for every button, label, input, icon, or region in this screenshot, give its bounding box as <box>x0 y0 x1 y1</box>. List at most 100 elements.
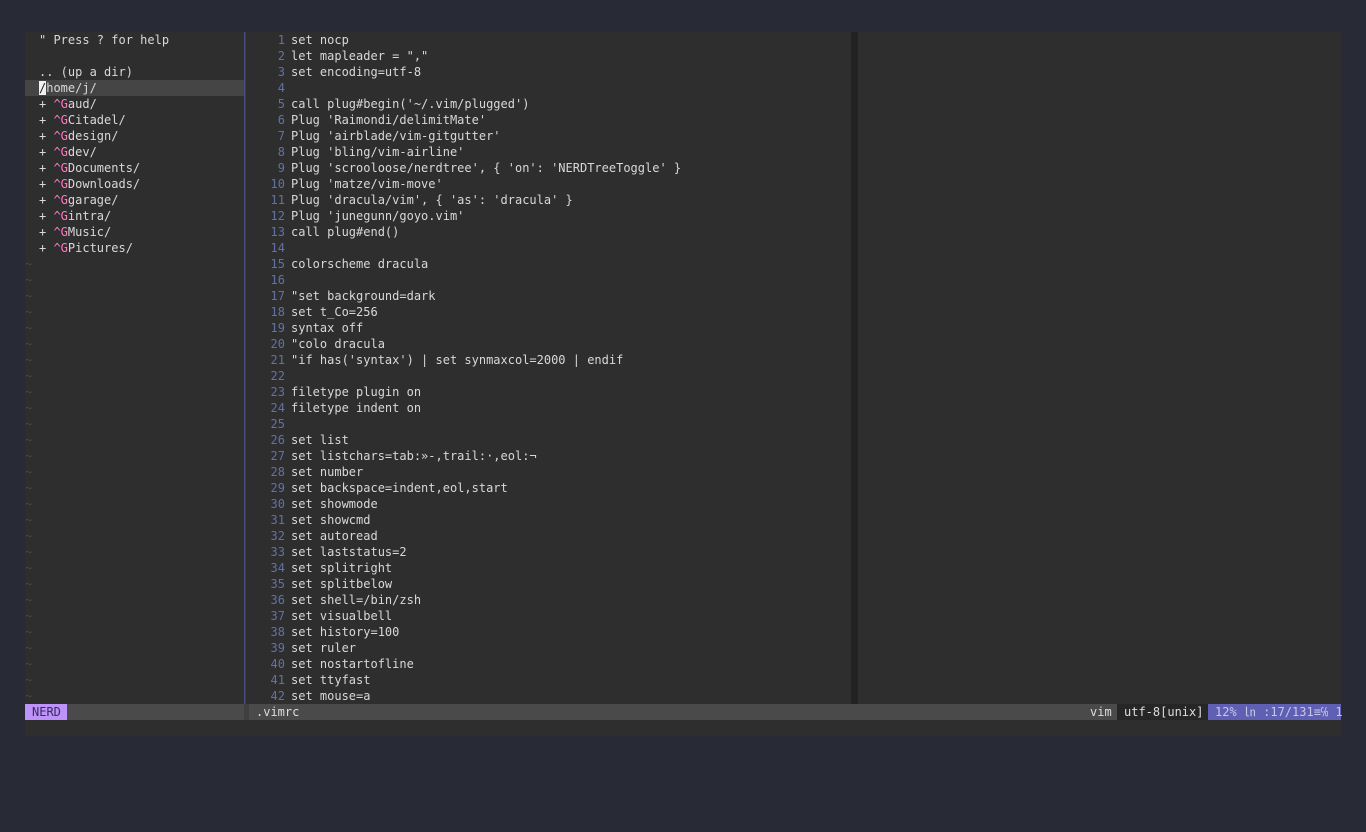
expand-icon: + <box>39 113 54 127</box>
line-text: set shell=/bin/zsh <box>291 593 422 607</box>
filetype: vim <box>1083 704 1119 720</box>
code-line[interactable]: 16 <box>247 272 851 288</box>
tree-dir-item[interactable]: + ^GDocuments/ <box>25 160 244 176</box>
code-line[interactable]: 17 "set background=dark <box>247 288 851 304</box>
code-line[interactable]: 37 set visualbell <box>247 608 851 624</box>
line-number: 38 <box>270 625 285 639</box>
tree-dir-item[interactable]: + ^GDownloads/ <box>25 176 244 192</box>
code-line[interactable]: 4 <box>247 80 851 96</box>
code-line[interactable]: 14 <box>247 240 851 256</box>
code-line[interactable]: 20 "colo dracula <box>247 336 851 352</box>
code-line[interactable]: 39 set ruler <box>247 640 851 656</box>
tree-dir-item[interactable]: + ^GPictures/ <box>25 240 244 256</box>
empty-line-tilde: ~ <box>25 657 33 671</box>
tree-dir-item[interactable]: + ^Gintra/ <box>25 208 244 224</box>
code-line[interactable]: 11 Plug 'dracula/vim', { 'as': 'dracula' … <box>247 192 851 208</box>
tree-dir-item[interactable]: + ^GMusic/ <box>25 224 244 240</box>
editor-pane[interactable]: 1 set nocp 2 let mapleader = "," 3 set encodi… <box>247 32 851 704</box>
code-line[interactable]: 22 <box>247 368 851 384</box>
dir-name: Citadel/ <box>67 113 126 127</box>
line-number: 33 <box>270 545 285 559</box>
code-line[interactable]: 41 set ttyfast <box>247 672 851 688</box>
empty-line-tilde: ~ <box>25 545 33 559</box>
tree-dir-item[interactable]: + ^GCitadel/ <box>25 112 244 128</box>
line-text: set list <box>291 433 349 447</box>
expand-icon: + <box>39 241 54 255</box>
empty-line-tilde: ~ <box>25 529 33 543</box>
code-line[interactable]: 34 set splitright <box>247 560 851 576</box>
code-line[interactable]: 42 set mouse=a <box>247 688 851 704</box>
code-line[interactable]: 35 set splitbelow <box>247 576 851 592</box>
tree-dir-item[interactable]: + ^Ggarage/ <box>25 192 244 208</box>
empty-line-tilde: ~ <box>25 417 33 431</box>
code-line[interactable]: 30 set showmode <box>247 496 851 512</box>
code-line[interactable]: 23 filetype plugin on <box>247 384 851 400</box>
code-line[interactable]: 32 set autoread <box>247 528 851 544</box>
line-number: 25 <box>270 417 285 431</box>
empty-line-tilde: ~ <box>25 673 33 687</box>
empty-pane[interactable] <box>858 32 1341 704</box>
code-line[interactable]: 28 set number <box>247 464 851 480</box>
line-text: set showcmd <box>291 513 371 527</box>
empty-line-tilde: ~ <box>25 289 33 303</box>
nerdtree-pane[interactable]: " Press ? for help.. (up a dir)/home/j/+… <box>25 32 244 704</box>
code-line[interactable]: 26 set list <box>247 432 851 448</box>
code-line[interactable]: 29 set backspace=indent,eol,start <box>247 480 851 496</box>
line-text: call plug#end() <box>291 225 400 239</box>
code-line[interactable]: 3 set encoding=utf-8 <box>247 64 851 80</box>
line-text: set nostartofline <box>291 657 414 671</box>
code-line[interactable]: 25 <box>247 416 851 432</box>
code-line[interactable]: 8 Plug 'bling/vim-airline' <box>247 144 851 160</box>
line-number: 35 <box>270 577 285 591</box>
tree-root[interactable]: /home/j/ <box>25 80 244 96</box>
code-line[interactable]: 33 set laststatus=2 <box>247 544 851 560</box>
line-text: set backspace=indent,eol,start <box>291 481 508 495</box>
tree-dir-item[interactable]: + ^Gaud/ <box>25 96 244 112</box>
empty-line-tilde: ~ <box>25 321 33 335</box>
line-number: 12 <box>270 209 285 223</box>
dir-name: Downloads/ <box>67 177 141 191</box>
code-line[interactable]: 9 Plug 'scrooloose/nerdtree', { 'on': 'NE… <box>247 160 851 176</box>
dir-name: Pictures/ <box>67 241 133 255</box>
code-line[interactable]: 7 Plug 'airblade/vim-gitgutter' <box>247 128 851 144</box>
ctrl-g-marker: ^G <box>53 225 68 239</box>
line-text: let mapleader = "," <box>291 49 429 63</box>
code-line[interactable]: 38 set history=100 <box>247 624 851 640</box>
code-line[interactable]: 6 Plug 'Raimondi/delimitMate' <box>247 112 851 128</box>
spacer[interactable] <box>25 48 244 64</box>
line-number: 8 <box>277 145 285 159</box>
line-number: 3 <box>277 65 285 79</box>
up-a-dir[interactable]: .. (up a dir) <box>25 64 244 80</box>
line-text: set ttyfast <box>291 673 371 687</box>
empty-line-tilde: ~ <box>25 625 33 639</box>
line-number: 30 <box>270 497 285 511</box>
line-number: 36 <box>270 593 285 607</box>
command-line[interactable] <box>25 720 1341 736</box>
code-line[interactable]: 24 filetype indent on <box>247 400 851 416</box>
code-line[interactable]: 27 set listchars=tab:»-,trail:·,eol:¬ <box>247 448 851 464</box>
code-line[interactable]: 5 call plug#begin('~/.vim/plugged') <box>247 96 851 112</box>
vertical-split-divider[interactable] <box>244 32 246 704</box>
tree-dir-item[interactable]: + ^Gdev/ <box>25 144 244 160</box>
ctrl-g-marker: ^G <box>53 145 68 159</box>
code-line[interactable]: 31 set showcmd <box>247 512 851 528</box>
code-line[interactable]: 18 set t_Co=256 <box>247 304 851 320</box>
line-text: "set background=dark <box>291 289 436 303</box>
code-line[interactable]: 10 Plug 'matze/vim-move' <box>247 176 851 192</box>
dir-name: garage/ <box>67 193 119 207</box>
code-line[interactable]: 13 call plug#end() <box>247 224 851 240</box>
code-line[interactable]: 36 set shell=/bin/zsh <box>247 592 851 608</box>
code-line[interactable]: 1 set nocp <box>247 32 851 48</box>
encoding: utf-8[unix] <box>1117 704 1211 720</box>
code-line[interactable]: 21 "if has('syntax') | set synmaxcol=2000… <box>247 352 851 368</box>
tree-dir-item[interactable]: + ^Gdesign/ <box>25 128 244 144</box>
code-line[interactable]: 15 colorscheme dracula <box>247 256 851 272</box>
ctrl-g-marker: ^G <box>53 193 68 207</box>
pane-divider[interactable] <box>851 32 858 704</box>
code-line[interactable]: 19 syntax off <box>247 320 851 336</box>
line-number: 42 <box>270 689 285 703</box>
line-number: 34 <box>270 561 285 575</box>
code-line[interactable]: 2 let mapleader = "," <box>247 48 851 64</box>
code-line[interactable]: 40 set nostartofline <box>247 656 851 672</box>
code-line[interactable]: 12 Plug 'junegunn/goyo.vim' <box>247 208 851 224</box>
